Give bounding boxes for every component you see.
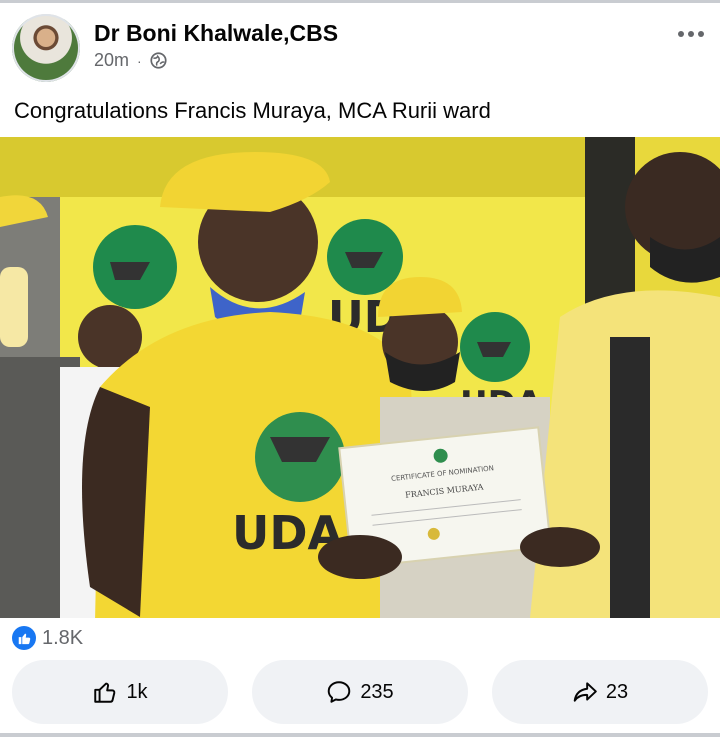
reaction-count: 1.8K: [42, 626, 84, 649]
like-count: 1k: [126, 680, 148, 703]
author-name[interactable]: Dr Boni Khalwale,CBS: [94, 20, 338, 47]
bottom-divider: [0, 733, 720, 737]
author-avatar[interactable]: [12, 14, 80, 82]
reactions-summary[interactable]: 1.8K: [12, 624, 83, 652]
action-bar: 1k 235 23: [12, 660, 708, 724]
share-count: 23: [605, 680, 629, 703]
top-divider: [0, 0, 720, 3]
comment-button[interactable]: 235: [252, 660, 468, 724]
like-button[interactable]: 1k: [12, 660, 228, 724]
more-options-icon[interactable]: [678, 28, 708, 40]
post-header: Dr Boni Khalwale,CBS 20m ·: [12, 14, 708, 84]
globe-icon: [150, 52, 167, 69]
share-icon: [573, 682, 597, 702]
comment-count: 235: [360, 680, 394, 703]
post-meta: 20m ·: [94, 50, 167, 71]
comment-icon: [328, 681, 351, 703]
share-button[interactable]: 23: [492, 660, 708, 724]
thumbs-up-icon: [94, 682, 116, 703]
like-reaction-icon: [12, 626, 36, 650]
post-time[interactable]: 20m: [94, 50, 129, 71]
meta-separator: ·: [137, 52, 142, 69]
post-photo[interactable]: UDA UDA UDA CERTIFICATE OF: [0, 137, 720, 618]
post-text: Congratulations Francis Muraya, MCA Ruri…: [14, 98, 491, 123]
